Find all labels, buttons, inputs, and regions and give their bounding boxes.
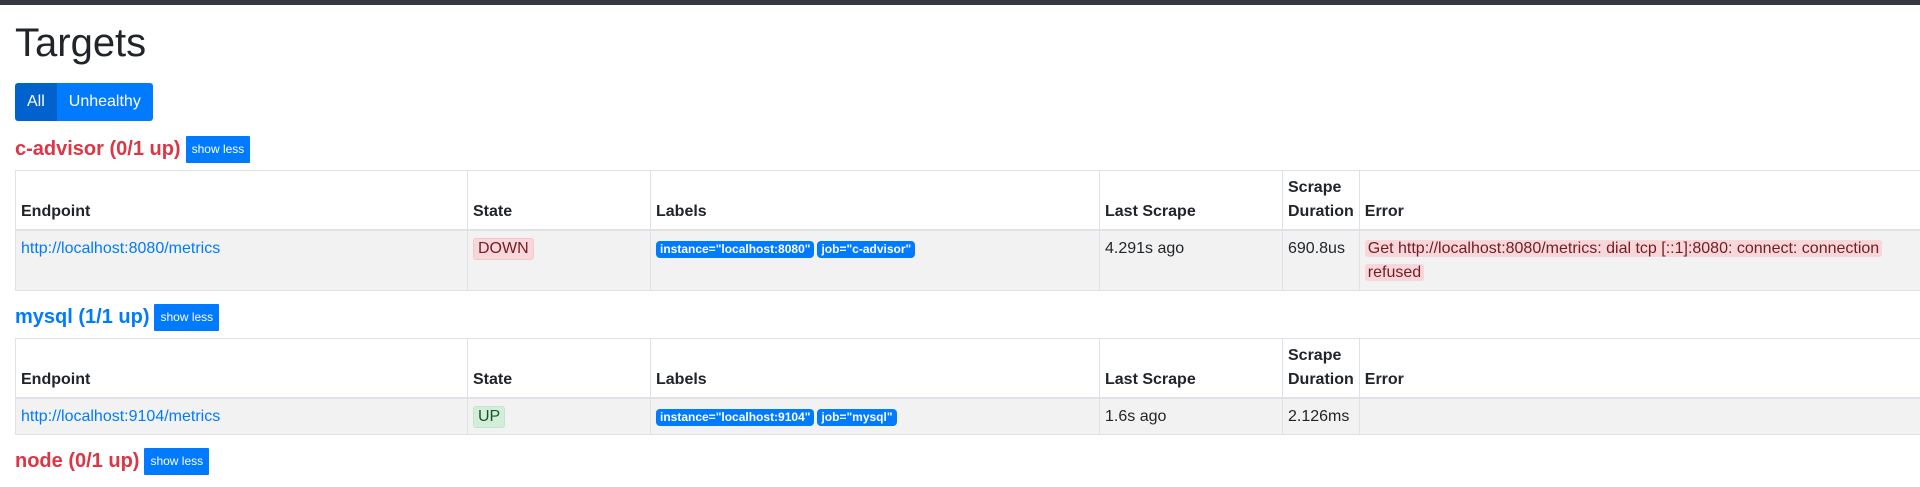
column-header-last-scrape: Last Scrape [1099,338,1283,399]
column-header-last-scrape: Last Scrape [1099,170,1283,231]
table-header-row: Endpoint State Labels Last Scrape Scrape… [15,170,1920,231]
scrape-duration-cell: 690.8us [1282,229,1360,291]
labels-cell: instance="localhost:8080" job="c-advisor" [650,229,1100,291]
main-content: Targets All Unhealthy c-advisor (0/1 up)… [0,21,1920,475]
endpoint-link[interactable]: http://localhost:9104/metrics [21,408,220,425]
job-title-c-advisor[interactable]: c-advisor (0/1 up) [15,138,181,161]
state-cell: UP [467,397,651,435]
column-header-state: State [467,338,651,399]
error-cell [1358,397,1920,435]
filter-button-group: All Unhealthy [15,83,153,121]
column-header-labels: Labels [650,338,1100,399]
show-less-button[interactable]: show less [154,303,220,331]
column-header-error: Error [1358,170,1920,231]
error-cell: Get http://localhost:8080/metrics: dial … [1358,229,1920,291]
page-title: Targets [15,21,147,65]
job-header-mysql: mysql (1/1 up) show less [15,303,1905,331]
table-row: http://localhost:8080/metrics DOWN insta… [15,229,1920,291]
job-header-node: node (0/1 up) show less [15,447,1905,475]
job-title-node[interactable]: node (0/1 up) [15,450,139,473]
table-header-row: Endpoint State Labels Last Scrape Scrape… [15,338,1920,399]
endpoint-cell: http://localhost:9104/metrics [15,397,468,435]
filter-all-button[interactable]: All [15,83,57,121]
error-message: Get http://localhost:8080/metrics: dial … [1364,240,1883,281]
column-header-scrape-duration: Scrape Duration [1282,170,1360,231]
last-scrape-cell: 1.6s ago [1099,397,1283,435]
job-header-c-advisor: c-advisor (0/1 up) show less [15,135,1905,163]
label-badge-instance: instance="localhost:9104" [656,409,815,426]
last-scrape-cell: 4.291s ago [1099,229,1283,291]
endpoint-link[interactable]: http://localhost:8080/metrics [21,240,220,257]
job-title-mysql[interactable]: mysql (1/1 up) [15,306,149,329]
column-header-error: Error [1358,338,1920,399]
column-header-state: State [467,170,651,231]
column-header-scrape-duration: Scrape Duration [1282,338,1360,399]
targets-table-c-advisor: Endpoint State Labels Last Scrape Scrape… [15,170,1920,291]
show-less-button[interactable]: show less [185,135,251,163]
top-navbar [0,0,1920,5]
scrape-duration-cell: 2.126ms [1282,397,1360,435]
targets-table-mysql: Endpoint State Labels Last Scrape Scrape… [15,338,1920,435]
label-badge-instance: instance="localhost:8080" [656,241,815,258]
column-header-labels: Labels [650,170,1100,231]
state-cell: DOWN [467,229,651,291]
state-badge: UP [473,406,506,428]
label-badge-job: job="c-advisor" [817,241,916,258]
column-header-endpoint: Endpoint [15,170,468,231]
label-badge-job: job="mysql" [817,409,897,426]
labels-cell: instance="localhost:9104" job="mysql" [650,397,1100,435]
filter-unhealthy-button[interactable]: Unhealthy [56,83,153,121]
show-less-button[interactable]: show less [144,447,210,475]
column-header-endpoint: Endpoint [15,338,468,399]
endpoint-cell: http://localhost:8080/metrics [15,229,468,291]
state-badge: DOWN [473,238,534,260]
table-row: http://localhost:9104/metrics UP instanc… [15,397,1920,435]
